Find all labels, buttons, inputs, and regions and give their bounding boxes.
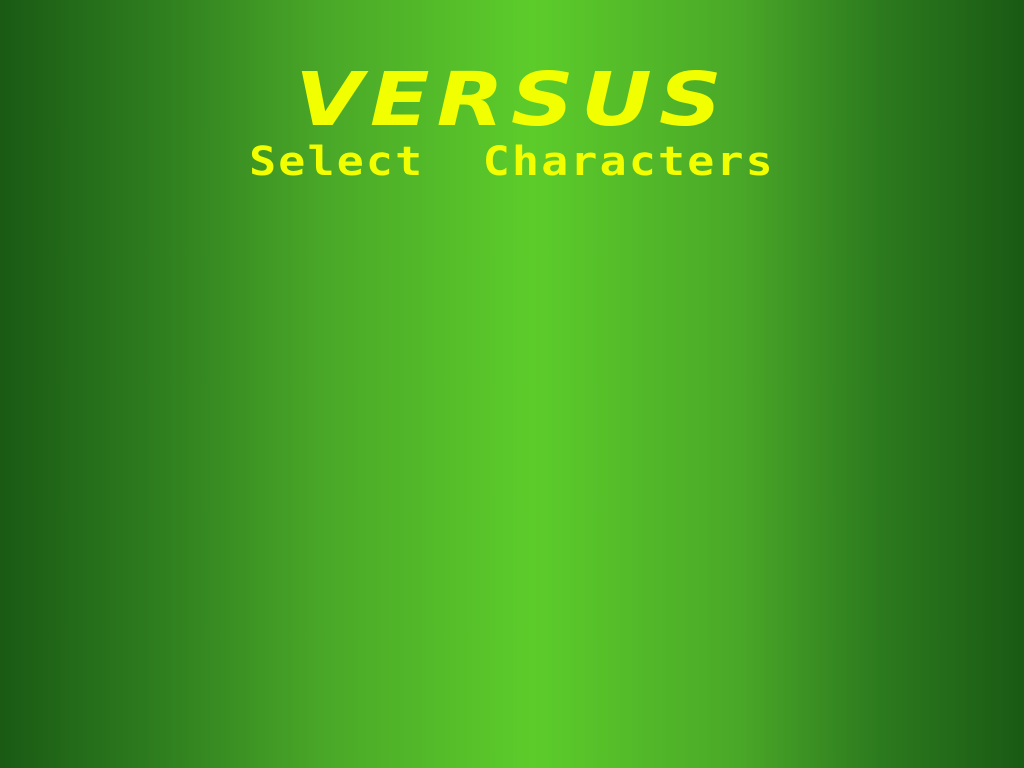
versus-select-screen: VERSUS Select Characters (0, 0, 1024, 768)
screen-subtitle: Select Characters (249, 139, 775, 185)
title-block: VERSUS Select Characters (0, 62, 1024, 184)
screen-title: VERSUS (295, 57, 729, 143)
